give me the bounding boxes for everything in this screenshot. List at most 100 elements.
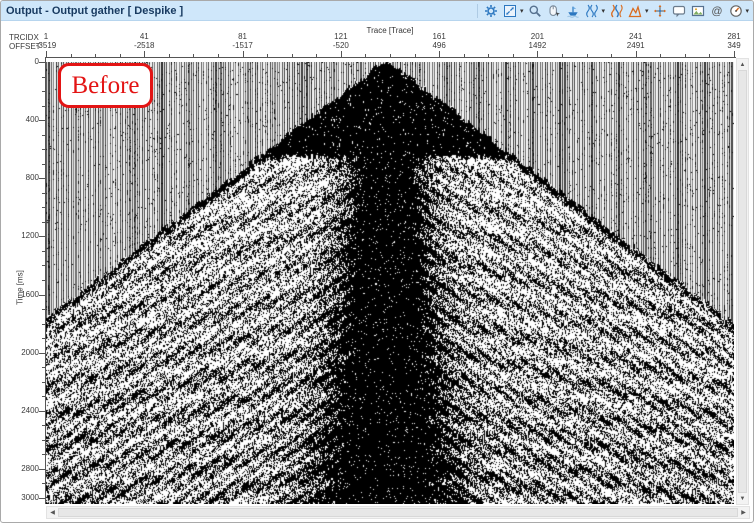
scroll-right-arrow-icon[interactable]: ▶ <box>738 507 749 518</box>
comment-bubble-icon <box>672 4 686 18</box>
top-minor-tick <box>464 54 465 57</box>
top-minor-tick <box>587 54 588 57</box>
before-annotation-box: Before <box>58 63 153 108</box>
top-tick-trcidx: 161 <box>432 33 445 41</box>
top-minor-tick <box>71 54 72 57</box>
left-minor-tick <box>42 222 45 223</box>
left-major-tick <box>39 469 45 470</box>
top-tick-trcidx: 241 <box>629 33 642 41</box>
top-minor-tick <box>611 54 612 57</box>
left-minor-tick <box>42 338 45 339</box>
comment-button[interactable] <box>670 2 687 20</box>
left-major-tick <box>39 178 45 179</box>
left-minor-tick <box>42 454 45 455</box>
top-tick-trcidx: 201 <box>531 33 544 41</box>
left-tick-time: 0 <box>5 58 39 66</box>
top-minor-tick <box>636 54 637 57</box>
zoom-button[interactable] <box>526 2 543 20</box>
ship-button[interactable] <box>564 2 581 20</box>
top-minor-tick <box>365 54 366 57</box>
left-major-tick <box>39 295 45 296</box>
top-tick-offset: -2518 <box>134 42 154 50</box>
top-minor-tick <box>316 54 317 57</box>
before-annotation-label: Before <box>71 73 139 98</box>
top-minor-tick <box>488 54 489 57</box>
horizontal-scrollbar-thumb[interactable] <box>58 508 738 517</box>
left-tick-time: 400 <box>5 116 39 124</box>
top-minor-tick <box>218 54 219 57</box>
left-tick-time: 3000 <box>5 494 39 502</box>
save-image-icon <box>691 4 705 18</box>
left-minor-tick <box>42 149 45 150</box>
left-minor-tick <box>42 77 45 78</box>
wiggle-display-dropdown-caret[interactable]: ▾ <box>601 8 605 15</box>
vertical-scrollbar-thumb[interactable] <box>738 70 747 493</box>
at-mention-button[interactable]: @ <box>708 2 725 20</box>
fit-window-dropdown-caret[interactable]: ▾ <box>520 8 524 15</box>
horizontal-scrollbar[interactable]: ◀ ▶ <box>46 506 750 519</box>
top-tick-trcidx: 281 <box>727 33 740 41</box>
top-minor-tick <box>341 54 342 57</box>
top-minor-tick <box>193 54 194 57</box>
fit-window-icon <box>503 4 517 18</box>
top-minor-tick <box>120 54 121 57</box>
histogram-curve-icon <box>628 4 642 18</box>
wiggle-display-button[interactable] <box>583 2 600 20</box>
top-tick-offset: -1517 <box>232 42 252 50</box>
top-minor-tick <box>169 54 170 57</box>
left-major-tick <box>39 120 45 121</box>
ship-icon <box>566 4 580 18</box>
time-axis-title: Time [ms] <box>16 268 25 308</box>
left-minor-tick <box>42 135 45 136</box>
top-minor-tick <box>685 54 686 57</box>
top-minor-tick <box>562 54 563 57</box>
left-minor-tick <box>42 164 45 165</box>
left-major-tick <box>39 411 45 412</box>
save-image-button[interactable] <box>689 2 706 20</box>
histogram-curve-button[interactable] <box>627 2 644 20</box>
top-minor-tick <box>267 54 268 57</box>
app-window: Output - Output gather [ Despike ] ▾ <box>0 0 754 523</box>
toolbar-separator <box>477 4 478 18</box>
mouse-pointer-button[interactable] <box>545 2 562 20</box>
window-title: Output - Output gather [ Despike ] <box>1 5 183 17</box>
left-minor-tick <box>42 265 45 266</box>
left-major-tick <box>39 498 45 499</box>
crosshair-pick-icon <box>653 4 667 18</box>
vertical-scrollbar[interactable]: ▲ ▼ <box>736 58 749 505</box>
top-minor-tick <box>660 54 661 57</box>
seismic-gather-plot[interactable] <box>46 62 734 504</box>
compass-dropdown-caret[interactable]: ▾ <box>745 8 749 15</box>
left-minor-tick <box>42 440 45 441</box>
trcidx-row-label: TRCIDX <box>9 33 39 42</box>
left-tick-time: 2800 <box>5 465 39 473</box>
top-tick-offset: 2491 <box>627 42 645 50</box>
trace-density-button[interactable] <box>608 2 625 20</box>
compass-icon <box>729 4 743 18</box>
top-minor-tick <box>144 54 145 57</box>
left-minor-tick <box>42 367 45 368</box>
left-minor-tick <box>42 207 45 208</box>
top-minor-tick <box>537 54 538 57</box>
top-tick-trcidx: 41 <box>140 33 149 41</box>
toolbar: ▾ ▾ <box>474 1 750 21</box>
top-tick-trcidx: 1 <box>44 33 48 41</box>
left-major-tick <box>39 236 45 237</box>
crosshair-pick-button[interactable] <box>651 2 668 20</box>
left-tick-time: 1200 <box>5 232 39 240</box>
left-minor-tick <box>42 396 45 397</box>
left-minor-tick <box>42 91 45 92</box>
compass-button[interactable] <box>727 2 744 20</box>
fit-window-button[interactable] <box>502 2 519 20</box>
top-minor-tick <box>734 54 735 57</box>
left-tick-time: 800 <box>5 174 39 182</box>
histogram-curve-dropdown-caret[interactable]: ▾ <box>645 8 649 15</box>
scroll-left-arrow-icon[interactable]: ◀ <box>47 507 58 518</box>
scroll-up-arrow-icon[interactable]: ▲ <box>737 59 748 70</box>
left-minor-tick <box>42 193 45 194</box>
trace-density-icon <box>609 4 623 18</box>
settings-button[interactable] <box>483 2 500 20</box>
scroll-down-arrow-icon[interactable]: ▼ <box>737 493 748 504</box>
top-minor-tick <box>390 54 391 57</box>
top-tick-offset: -3519 <box>36 42 56 50</box>
